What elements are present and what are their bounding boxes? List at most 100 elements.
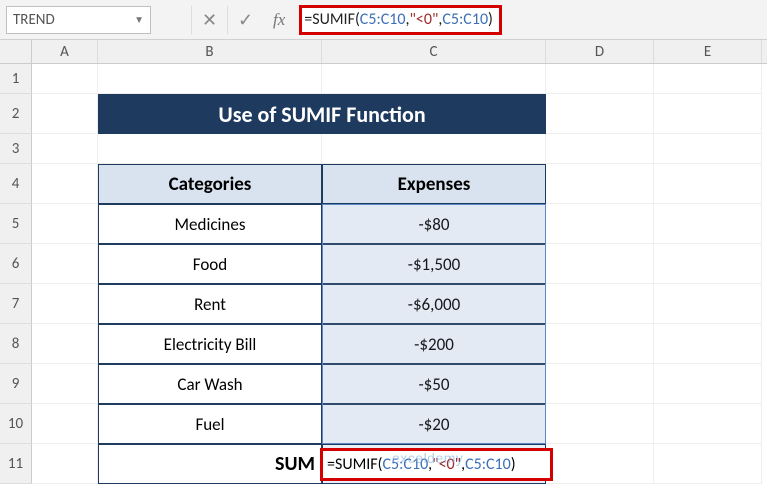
cell[interactable] xyxy=(546,164,654,204)
col-header-e[interactable]: E xyxy=(654,40,762,63)
header-categories[interactable]: Categories xyxy=(98,164,322,204)
cell[interactable] xyxy=(32,94,98,134)
name-box-value: TREND xyxy=(13,11,55,29)
cell[interactable] xyxy=(546,244,654,284)
cell[interactable] xyxy=(546,64,654,94)
cell-expense[interactable]: -$50 xyxy=(322,364,546,404)
enter-check-icon[interactable]: ✓ xyxy=(227,6,263,34)
table-row: 8 Electricity Bill -$200 xyxy=(0,324,767,364)
sum-row: 11 SUM =SUMIF(C5:C10,"<0",C5:C10) xyxy=(0,444,767,484)
cell[interactable] xyxy=(32,284,98,324)
cell[interactable] xyxy=(546,134,654,164)
table-row: 10 Fuel -$20 xyxy=(0,404,767,444)
cell[interactable] xyxy=(546,364,654,404)
cell[interactable] xyxy=(654,204,762,244)
cf-ref2: C5:C10 xyxy=(465,455,511,474)
row: 1 xyxy=(0,64,767,94)
formula-input[interactable]: =SUMIF(C5:C10,"<0",C5:C10) xyxy=(299,5,502,35)
col-header-b[interactable]: B xyxy=(98,40,322,63)
title-cell[interactable]: Use of SUMIF Function xyxy=(98,94,546,134)
row-header[interactable]: 4 xyxy=(0,164,32,204)
row-header[interactable]: 8 xyxy=(0,324,32,364)
cell[interactable] xyxy=(546,444,654,484)
cell-category[interactable]: Medicines xyxy=(98,204,322,244)
row-header[interactable]: 5 xyxy=(0,204,32,244)
formula-eq: = xyxy=(304,10,312,29)
cell[interactable] xyxy=(654,444,762,484)
title-text: Use of SUMIF Function xyxy=(218,101,425,128)
row-header[interactable]: 7 xyxy=(0,284,32,324)
sum-label-cell[interactable]: SUM xyxy=(98,444,322,484)
row-header[interactable]: 10 xyxy=(0,404,32,444)
cell[interactable] xyxy=(32,444,98,484)
row-header[interactable]: 11 xyxy=(0,444,32,484)
cell[interactable] xyxy=(98,64,322,94)
cell[interactable] xyxy=(546,404,654,444)
cell-category[interactable]: Rent xyxy=(98,284,322,324)
cell[interactable] xyxy=(654,404,762,444)
cell-expense[interactable]: -$6,000 xyxy=(322,284,546,324)
name-box[interactable]: TREND ▼ xyxy=(6,6,151,34)
cell[interactable] xyxy=(32,404,98,444)
cell[interactable] xyxy=(32,164,98,204)
cell[interactable] xyxy=(32,364,98,404)
cell[interactable] xyxy=(654,364,762,404)
cell[interactable] xyxy=(32,324,98,364)
cf-prefix: =SUMIF( xyxy=(327,455,383,474)
table-row: 7 Rent -$6,000 xyxy=(0,284,767,324)
cell[interactable] xyxy=(654,134,762,164)
cell[interactable] xyxy=(32,244,98,284)
col-header-d[interactable]: D xyxy=(546,40,654,63)
watermark: exceldemy xyxy=(392,450,463,466)
col-header-c[interactable]: C xyxy=(322,40,546,63)
fx-icon[interactable]: fx xyxy=(263,10,295,30)
cell-category[interactable]: Electricity Bill xyxy=(98,324,322,364)
cell-expense[interactable]: -$80 xyxy=(322,204,546,244)
chevron-down-icon[interactable]: ▼ xyxy=(134,13,144,26)
formula-str: "<0" xyxy=(409,10,438,29)
row-header[interactable]: 9 xyxy=(0,364,32,404)
row: 3 xyxy=(0,134,767,164)
formula-ref2: C5:C10 xyxy=(442,10,488,29)
cell[interactable] xyxy=(654,324,762,364)
cell[interactable] xyxy=(546,284,654,324)
cancel-icon[interactable]: ✕ xyxy=(191,6,227,34)
row-header[interactable]: 6 xyxy=(0,244,32,284)
header-expenses[interactable]: Expenses xyxy=(322,164,546,204)
cell[interactable] xyxy=(322,64,546,94)
cell-category[interactable]: Fuel xyxy=(98,404,322,444)
cell[interactable] xyxy=(654,244,762,284)
row: 4 Categories Expenses xyxy=(0,164,767,204)
cell[interactable] xyxy=(32,204,98,244)
row: 2 Use of SUMIF Function xyxy=(0,94,767,134)
cell-category[interactable]: Food xyxy=(98,244,322,284)
table-row: 9 Car Wash -$50 xyxy=(0,364,767,404)
row-header[interactable]: 3 xyxy=(0,134,32,164)
cell[interactable] xyxy=(98,134,322,164)
row-header[interactable]: 1 xyxy=(0,64,32,94)
cell-category[interactable]: Car Wash xyxy=(98,364,322,404)
table-row: 6 Food -$1,500 xyxy=(0,244,767,284)
formula-fn: SUMIF xyxy=(312,10,355,29)
cell[interactable] xyxy=(654,64,762,94)
cell[interactable] xyxy=(322,134,546,164)
formula-close: ) xyxy=(488,10,493,29)
cf-close: ) xyxy=(511,455,516,474)
cell-expense[interactable]: -$200 xyxy=(322,324,546,364)
cell[interactable] xyxy=(654,164,762,204)
cell[interactable] xyxy=(546,204,654,244)
cell-expense[interactable]: -$1,500 xyxy=(322,244,546,284)
formula-ref1: C5:C10 xyxy=(360,10,406,29)
cell-expense[interactable]: -$20 xyxy=(322,404,546,444)
cell[interactable] xyxy=(32,64,98,94)
grid: 1 2 Use of SUMIF Function 3 4 Categories… xyxy=(0,64,767,484)
cell[interactable] xyxy=(32,134,98,164)
cell[interactable] xyxy=(654,94,762,134)
cell[interactable] xyxy=(546,94,654,134)
select-all-corner[interactable] xyxy=(0,40,32,63)
row-header[interactable]: 2 xyxy=(0,94,32,134)
col-header-a[interactable]: A xyxy=(32,40,98,63)
table-row: 5 Medicines -$80 xyxy=(0,204,767,244)
cell[interactable] xyxy=(546,324,654,364)
cell[interactable] xyxy=(654,284,762,324)
